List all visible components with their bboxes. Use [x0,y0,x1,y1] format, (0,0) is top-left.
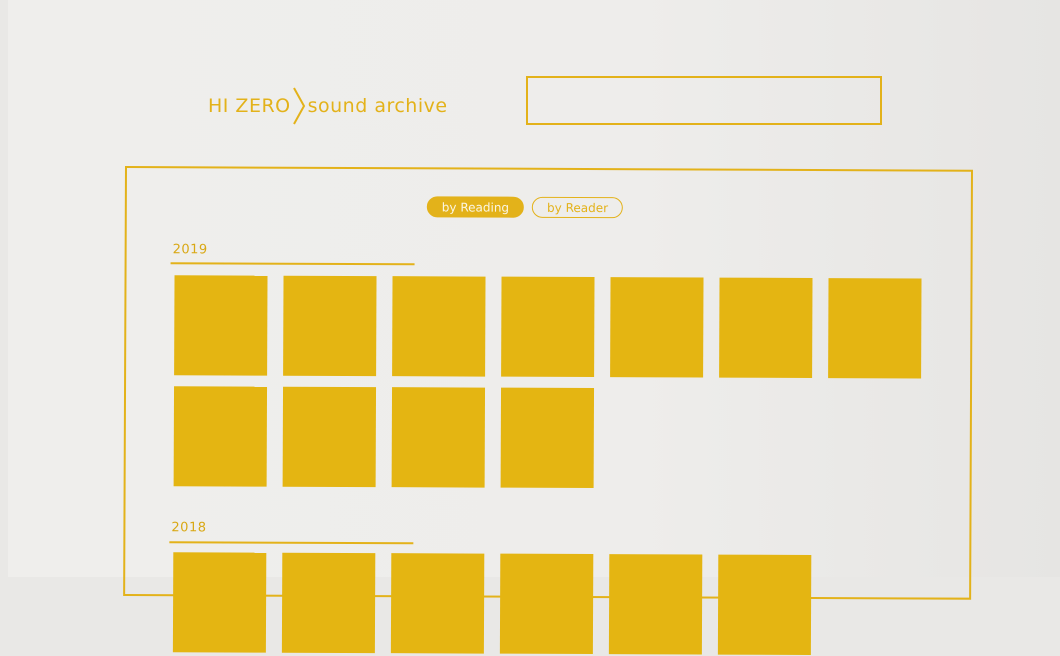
recording-tile[interactable] [282,386,377,488]
recording-tile[interactable] [828,278,922,379]
recording-tile[interactable] [392,276,486,377]
recording-tile[interactable] [499,553,594,655]
brand-name: HI ZERO [208,95,291,117]
recording-tile[interactable] [174,275,268,376]
by-reader-button[interactable]: by Reader [532,196,624,219]
archive-page: HI ZERO sound archive by Reading by Read… [8,0,1060,655]
recording-tile[interactable] [500,387,595,489]
brand-subtitle: sound archive [307,95,448,117]
recordings-grid-2018 [172,552,920,655]
by-reading-button[interactable]: by Reading [426,196,525,218]
recording-tile[interactable] [390,553,485,654]
recording-tile[interactable] [501,276,595,378]
recording-tile[interactable] [173,386,268,487]
year-divider-2018 [169,541,414,545]
year-divider-2019 [170,262,415,266]
recording-tile[interactable] [610,277,704,378]
archive-panel: by Reading by Reader 2019 2018 [123,166,973,655]
recordings-grid-2019 [173,275,922,489]
chevron-right-icon [292,87,305,125]
recording-tile[interactable] [283,275,377,377]
recording-tile[interactable] [608,554,703,655]
search-input[interactable] [526,76,882,125]
site-logo[interactable]: HI ZERO sound archive [208,86,448,126]
year-heading-2018: 2018 [171,520,207,536]
year-heading-2019: 2019 [172,242,208,258]
recording-tile[interactable] [391,387,486,488]
recording-tile[interactable] [717,554,812,655]
view-toggle: by Reading by Reader [426,196,624,219]
recording-tile[interactable] [719,277,813,378]
recording-tile[interactable] [281,552,376,654]
recording-tile[interactable] [172,552,267,653]
